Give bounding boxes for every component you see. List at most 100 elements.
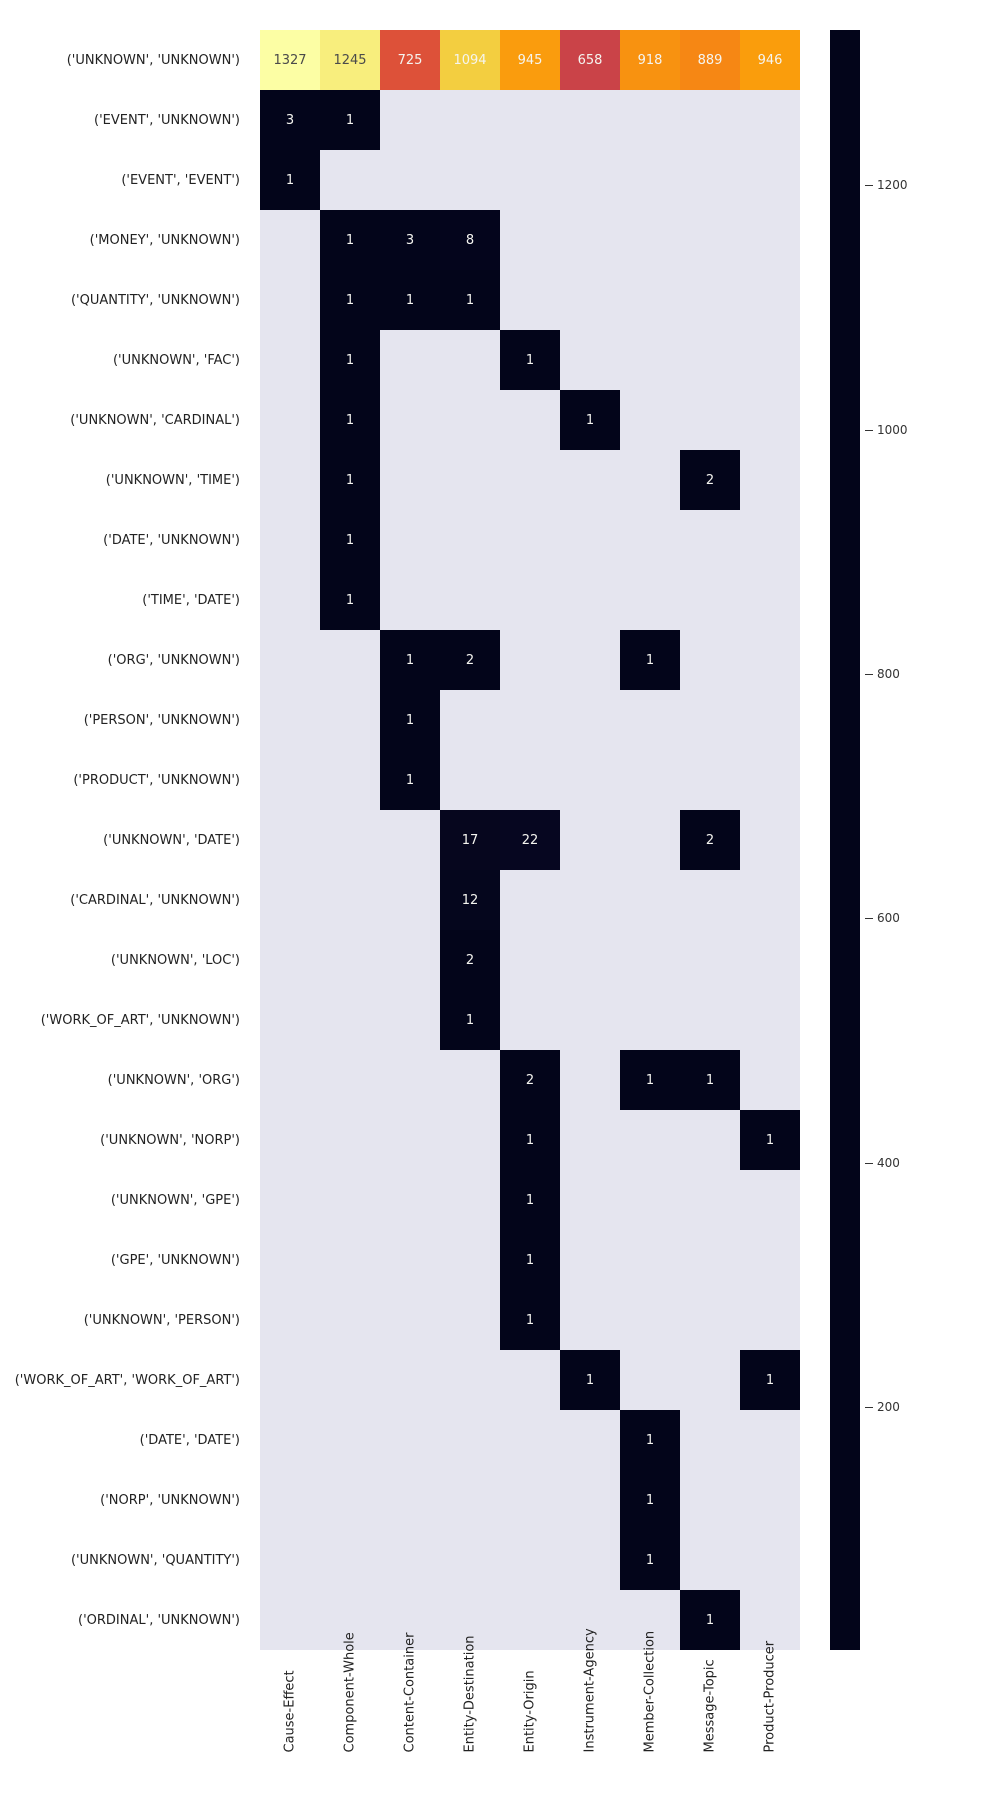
heatmap-cell [680,630,740,690]
heatmap-cell [260,1530,320,1590]
heatmap-cell [560,750,620,810]
y-tick-label: ('WORK_OF_ART', 'WORK_OF_ART') [0,1350,250,1410]
heatmap-cell [380,1050,440,1110]
heatmap-cell: 17 [440,810,500,870]
heatmap-cell [380,1350,440,1410]
heatmap-cell: 725 [380,30,440,90]
x-tick-label: Message-Topic [703,1693,718,1753]
heatmap-cell [680,210,740,270]
heatmap-cell [560,990,620,1050]
heatmap-row: 1 [260,510,800,570]
colorbar-tick: 1000 [865,423,908,437]
heatmap-cell [620,390,680,450]
heatmap-cell [560,450,620,510]
heatmap-cell [560,1110,620,1170]
heatmap-cell [260,330,320,390]
heatmap-cell [680,1470,740,1530]
heatmap-row: 1 [260,690,800,750]
heatmap-cell [680,1410,740,1470]
heatmap-cell [620,750,680,810]
heatmap-cell [560,1530,620,1590]
heatmap-cell [260,1470,320,1530]
heatmap-cell: 1 [740,1110,800,1170]
y-tick-label: ('QUANTITY', 'UNKNOWN') [0,270,250,330]
heatmap-cell [260,1050,320,1110]
heatmap-cell: 22 [500,810,560,870]
heatmap-cell [680,690,740,750]
heatmap-cell [740,270,800,330]
heatmap-cell [680,330,740,390]
heatmap-cell [560,150,620,210]
heatmap-cell: 1 [380,630,440,690]
y-tick-label: ('PRODUCT', 'UNKNOWN') [0,750,250,810]
x-tick-label: Product-Producer [763,1693,778,1753]
heatmap-cell [440,150,500,210]
heatmap-row: 1 [260,150,800,210]
y-tick-label: ('UNKNOWN', 'CARDINAL') [0,390,250,450]
heatmap-cell [620,90,680,150]
heatmap-row: 1 [260,1470,800,1530]
heatmap-cell [740,450,800,510]
heatmap-cell: 1 [620,1530,680,1590]
heatmap-cell [560,1470,620,1530]
heatmap-cell [320,750,380,810]
heatmap-cell [500,150,560,210]
heatmap-cell [560,270,620,330]
heatmap-cell [620,990,680,1050]
heatmap-cell [500,570,560,630]
heatmap-cell [440,1170,500,1230]
colorbar-tick: 600 [865,911,900,925]
heatmap-row: 17222 [260,810,800,870]
heatmap-cell [380,330,440,390]
heatmap-row: 1 [260,1530,800,1590]
heatmap-cell [680,1230,740,1290]
heatmap-row: 1 [260,990,800,1050]
heatmap-cell [380,450,440,510]
x-tick-label: Entity-Destination [463,1693,478,1753]
heatmap-row: 11 [260,330,800,390]
heatmap-cell [740,690,800,750]
heatmap-cell: 1 [380,750,440,810]
heatmap-cell [440,390,500,450]
heatmap-cell: 889 [680,30,740,90]
heatmap-cell [620,1290,680,1350]
heatmap-cell [680,510,740,570]
heatmap-cell: 918 [620,30,680,90]
heatmap-cell: 1 [440,990,500,1050]
heatmap-row: 12 [260,870,800,930]
heatmap-cell [500,1410,560,1470]
heatmap-cell [500,1590,560,1650]
colorbar-tick-label: 400 [877,1156,900,1170]
heatmap-cell: 1 [380,270,440,330]
heatmap-cell [440,450,500,510]
colorbar-tick-label: 600 [877,911,900,925]
heatmap-cell: 1 [620,1470,680,1530]
heatmap-cell [440,1410,500,1470]
heatmap-cell [440,570,500,630]
heatmap-cell [320,990,380,1050]
heatmap-cell: 1 [680,1050,740,1110]
y-tick-label: ('ORG', 'UNKNOWN') [0,630,250,690]
x-tick-label: Cause-Effect [283,1693,298,1753]
y-tick-label: ('DATE', 'DATE') [0,1410,250,1470]
heatmap-cell [740,1530,800,1590]
y-tick-label: ('UNKNOWN', 'FAC') [0,330,250,390]
heatmap-cell: 1 [500,1170,560,1230]
colorbar-tick: 1200 [865,178,908,192]
heatmap-cell [740,750,800,810]
heatmap-cell [680,990,740,1050]
heatmap-cell [500,510,560,570]
heatmap-cell [560,1050,620,1110]
heatmap-cell [500,990,560,1050]
heatmap-cell [260,870,320,930]
heatmap-cell: 1 [320,90,380,150]
heatmap-cell: 1327 [260,30,320,90]
heatmap-cell [680,930,740,990]
heatmap-cell [740,570,800,630]
heatmap-cell [680,390,740,450]
x-tick-label: Component-Whole [343,1693,358,1753]
heatmap-cell [440,1530,500,1590]
y-tick-label: ('TIME', 'DATE') [0,570,250,630]
heatmap-cell [620,930,680,990]
colorbar-tick: 800 [865,667,900,681]
